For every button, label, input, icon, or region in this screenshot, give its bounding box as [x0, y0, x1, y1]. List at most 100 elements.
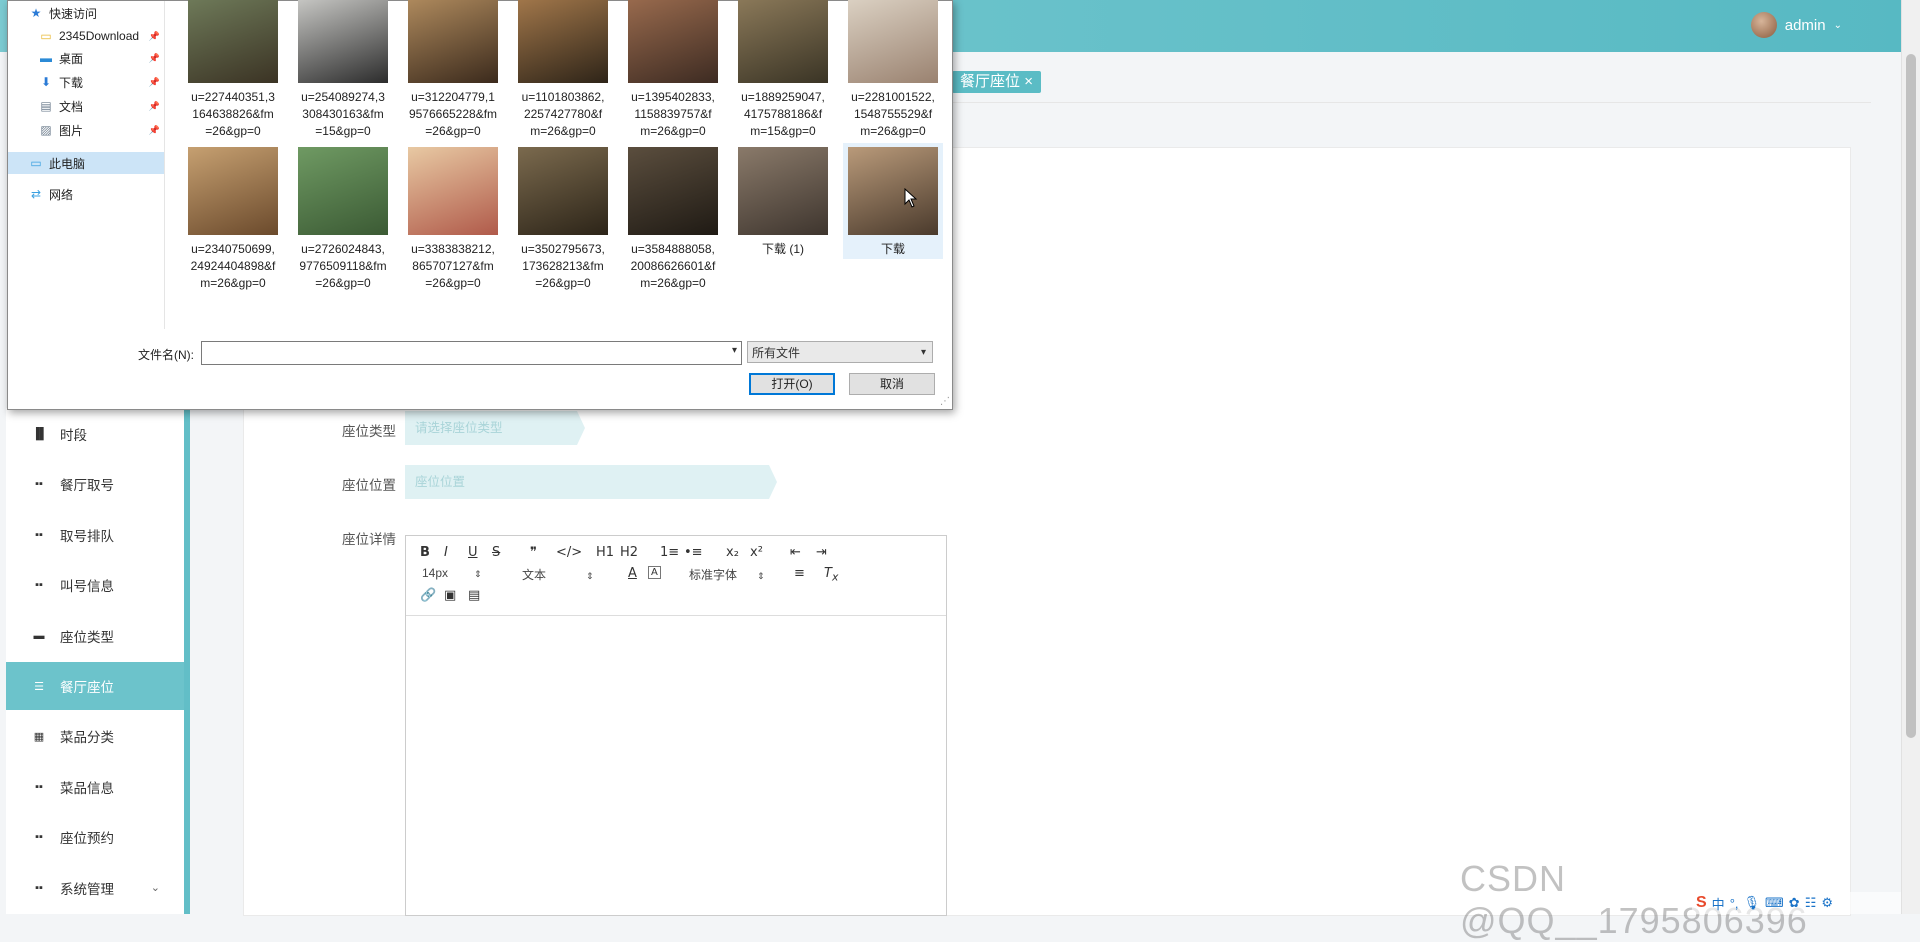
file-name: m=26&gp=0 — [860, 124, 926, 138]
file-item[interactable]: u=254089274,3 308430163&fm =15&gp=0 — [293, 0, 393, 138]
block-format-select[interactable]: 文本 ⇕ — [522, 566, 594, 583]
punctuation-icon[interactable]: °, — [1730, 896, 1739, 911]
chevron-down-icon: ⌄ — [150, 882, 160, 895]
sogou-icon[interactable]: S — [1696, 894, 1707, 912]
sidebar-item[interactable]: ▪▪ 座位预约 — [6, 813, 184, 861]
file-item[interactable]: u=312204779,1 9576665228&fm =26&gp=0 — [403, 0, 503, 138]
font-color-icon[interactable]: A — [628, 566, 637, 581]
sidebar-item[interactable]: ▪▪ 餐厅取号 — [6, 460, 184, 508]
sidebar-item[interactable]: ☰ 餐厅座位 — [6, 662, 184, 710]
bold-icon[interactable]: B — [420, 545, 430, 560]
ordered-list-icon[interactable]: 1≡ — [660, 545, 679, 560]
dialog-nav-item[interactable]: ▭ 2345Download 📌 — [8, 25, 164, 47]
video-icon[interactable]: ▤ — [468, 588, 480, 603]
seat-location-input[interactable]: 座位位置 — [405, 465, 777, 499]
open-button[interactable]: 打开(O) — [749, 373, 835, 395]
user-menu[interactable]: admin ⌄ — [1750, 12, 1842, 38]
h1-icon[interactable]: H1 — [596, 545, 614, 560]
mouse-cursor-icon — [904, 188, 918, 208]
file-item[interactable]: u=2281001522, 1548755529&f m=26&gp=0 — [843, 0, 943, 138]
tab-restaurant-seat[interactable]: 餐厅座位 × — [952, 71, 1041, 93]
link-icon[interactable]: 🔗 — [420, 588, 436, 603]
indent-icon[interactable]: ⇥ — [816, 545, 827, 560]
dialog-nav-item[interactable]: ▭ 此电脑 — [8, 152, 164, 174]
bullet-list-icon[interactable]: •≡ — [684, 545, 703, 560]
keyboard-icon[interactable]: ⌨ — [1765, 895, 1784, 911]
outdent-icon[interactable]: ⇤ — [790, 545, 801, 560]
page-scrollbar[interactable] — [1901, 0, 1920, 914]
italic-icon[interactable]: I — [444, 545, 448, 560]
chevron-down-icon[interactable]: ▾ — [732, 345, 737, 356]
subscript-icon[interactable]: x₂ — [726, 545, 739, 560]
dialog-nav-item[interactable]: ⬇ 下载 📌 — [8, 71, 164, 93]
dialog-nav-item[interactable]: ▬ 桌面 📌 — [8, 47, 164, 69]
file-item[interactable]: u=3584888058, 20086626601&f m=26&gp=0 — [623, 143, 723, 290]
file-item[interactable]: u=3502795673, 173628213&fm =26&gp=0 — [513, 143, 613, 290]
dialog-nav-item[interactable]: ▨ 图片 📌 — [8, 119, 164, 141]
file-thumbnail — [298, 147, 388, 235]
sidebar-item[interactable]: ▪▪ 取号排队 — [6, 511, 184, 559]
clear-format-icon[interactable]: Tx — [824, 566, 838, 584]
skin-icon[interactable]: ✿ — [1789, 895, 1800, 911]
microphone-icon[interactable]: 🎙 — [1744, 895, 1761, 911]
file-item[interactable]: u=3383838212, 865707127&fm =26&gp=0 — [403, 143, 503, 290]
dialog-nav-item[interactable]: ⇄ 网络 — [8, 183, 164, 205]
font-size-select[interactable]: 14px ⇕ — [422, 566, 482, 580]
sidebar-item[interactable]: ▪▪ 菜品信息 — [6, 763, 184, 811]
file-thumbnail — [408, 147, 498, 235]
rich-text-editor: 14px ⇕ 文本 ⇕ A A 标准字体 ⇕ ≡ Tx 🔗 ▣ ▤ B I U S ❞ </> H… — [405, 535, 947, 916]
dialog-nav-item[interactable]: ★ 快速访问 — [8, 2, 164, 24]
filename-label: 文件名(N): — [138, 348, 194, 362]
picture-icon: ▨ — [40, 123, 52, 137]
file-item[interactable]: u=1889259047, 4175788186&f m=15&gp=0 — [733, 0, 833, 138]
quote-icon[interactable]: ❞ — [530, 545, 537, 560]
ime-indicator[interactable]: 中 — [1712, 894, 1725, 913]
file-item[interactable]: 下载 — [843, 143, 943, 259]
code-icon[interactable]: </> — [556, 545, 582, 560]
superscript-icon[interactable]: x² — [750, 545, 763, 560]
filename-input[interactable]: ▾ — [201, 341, 742, 365]
image-icon[interactable]: ▣ — [444, 588, 456, 603]
file-name: u=227440351,3 — [191, 90, 275, 104]
desktop-icon: ▬ — [40, 51, 52, 65]
dialog-nav-pane: ★ 快速访问 ▭ 2345Download 📌 ▬ 桌面 📌 ⬇ 下载 📌 ▤ 文档 📌 ▨ 图片 📌 ▭ 此电脑 ⇄… — [8, 1, 165, 329]
underline-icon[interactable]: U — [468, 545, 478, 560]
file-item[interactable]: u=1395402833, 1158839757&f m=26&gp=0 — [623, 0, 723, 138]
sidebar: ▐▌ 时段 ▪▪ 餐厅取号 ▪▪ 取号排队 ▪▪ 叫号信息 ▬ 座位类型 ☰ 餐厅座位 ▦ 菜品分类 ▪▪ 菜… — [6, 408, 190, 914]
seat-type-select[interactable]: 请选择座位类型 — [405, 411, 585, 445]
file-name: 9776509118&fm — [299, 259, 387, 273]
resize-grip-icon[interactable]: ⋰ — [940, 396, 950, 407]
scrollbar-thumb[interactable] — [1906, 54, 1916, 738]
file-name: u=2340750699, — [191, 242, 275, 256]
file-name: u=1101803862, — [521, 90, 605, 104]
sidebar-item[interactable]: ▪▪ 系统管理 ⌄ — [6, 864, 184, 912]
sidebar-item[interactable]: ▦ 菜品分类 — [6, 712, 184, 760]
sidebar-item[interactable]: ▬ 座位类型 — [6, 612, 184, 660]
sidebar-item[interactable]: ▪▪ 叫号信息 — [6, 561, 184, 609]
computer-icon: ▭ — [30, 156, 42, 170]
file-type-select[interactable]: 所有文件 ▾ — [747, 341, 933, 363]
sidebar-item-label: 取号排队 — [60, 528, 114, 544]
file-name: u=2726024843, — [301, 242, 385, 256]
sidebar-item[interactable]: ▐▌ 时段 — [6, 410, 184, 458]
h2-icon[interactable]: H2 — [620, 545, 638, 560]
font-family-select[interactable]: 标准字体 ⇕ — [689, 566, 765, 583]
username: admin — [1784, 16, 1826, 34]
dialog-nav-label: 文档 — [59, 99, 84, 114]
cancel-button[interactable]: 取消 — [849, 373, 935, 395]
file-item[interactable]: u=2340750699, 24924404898&f m=26&gp=0 — [183, 143, 283, 290]
file-item[interactable]: u=1101803862, 2257427780&f m=26&gp=0 — [513, 0, 613, 138]
strike-icon[interactable]: S — [492, 545, 500, 560]
background-color-icon[interactable]: A — [648, 566, 661, 579]
close-icon[interactable]: × — [1024, 73, 1033, 90]
file-item[interactable]: 下载 (1) — [733, 143, 833, 259]
file-item[interactable]: u=2726024843, 9776509118&fm =26&gp=0 — [293, 143, 393, 290]
settings-icon[interactable]: ⚙ — [1821, 895, 1833, 911]
align-icon[interactable]: ≡ — [794, 566, 805, 581]
sidebar-item-label: 餐厅取号 — [60, 478, 114, 494]
sidebar-item-label: 菜品信息 — [60, 780, 114, 796]
toolbox-icon[interactable]: ☷ — [1805, 895, 1817, 911]
dialog-nav-item[interactable]: ▤ 文档 📌 — [8, 95, 164, 117]
file-name: u=1889259047, — [741, 90, 825, 104]
file-item[interactable]: u=227440351,3 164638826&fm =26&gp=0 — [183, 0, 283, 138]
